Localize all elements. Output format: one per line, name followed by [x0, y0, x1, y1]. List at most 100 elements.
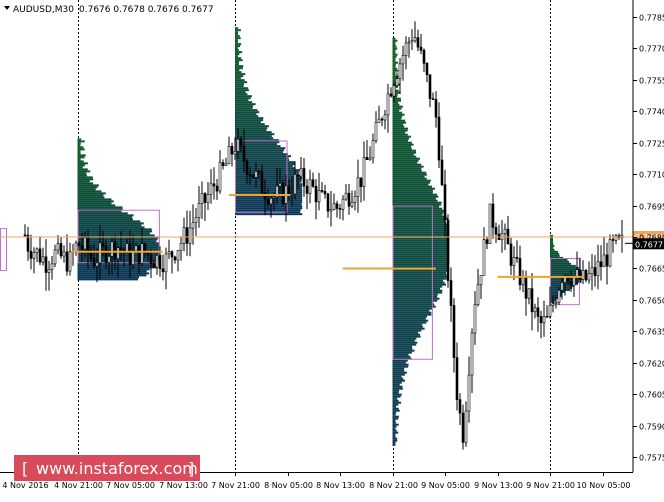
- candle-body: [503, 228, 507, 234]
- candle-body: [320, 190, 324, 192]
- candle-body: [347, 192, 351, 207]
- time-tick-label: 7 Nov 21:00: [211, 481, 260, 490]
- profile-bar: [392, 333, 420, 336]
- profile-bar: [392, 365, 409, 368]
- profile-bar: [550, 258, 568, 261]
- time-tick-label: 7 Nov 13:00: [159, 481, 208, 490]
- profile-bar: [392, 119, 406, 122]
- price-chart[interactable]: 0.76800.7677 0.77850.77700.77550.77400.7…: [0, 0, 664, 498]
- candle-body: [245, 160, 249, 175]
- profile-bar: [77, 278, 138, 281]
- candle-body: [413, 37, 417, 42]
- profile-bar: [77, 198, 112, 201]
- time-tick-label: 9 Nov 05:00: [421, 481, 470, 490]
- candle-body: [134, 245, 138, 252]
- profile-bar: [550, 248, 555, 251]
- profile-bar: [392, 311, 432, 314]
- profile-bar: [235, 181, 301, 184]
- profile-bar: [392, 339, 415, 342]
- candle-body: [302, 168, 306, 187]
- profile-bar: [392, 193, 438, 196]
- profile-bar: [235, 101, 253, 104]
- profile-bar: [392, 219, 446, 222]
- profile-bar: [77, 206, 123, 209]
- profile-bar: [77, 186, 98, 189]
- time-tick-label: 4 Nov 21:00: [54, 481, 103, 490]
- profile-bar: [77, 152, 81, 155]
- candle-body: [431, 98, 435, 100]
- profile-bar: [77, 142, 81, 145]
- candle-body: [269, 198, 273, 205]
- profile-bar: [235, 111, 260, 114]
- profile-bar: [392, 337, 417, 340]
- candle-body: [146, 252, 150, 256]
- profile-bar: [392, 129, 408, 132]
- profile-bar: [235, 45, 241, 48]
- profile-bar: [235, 113, 257, 116]
- profile-bar: [392, 413, 396, 416]
- candle-body: [113, 241, 117, 260]
- profile-bar: [77, 264, 157, 267]
- profile-bar: [550, 260, 570, 263]
- profile-bar: [77, 138, 82, 141]
- candle-body: [404, 42, 408, 56]
- price-tick-label: 0.7785: [639, 14, 664, 23]
- profile-bar: [392, 379, 405, 382]
- profile-bar: [392, 57, 396, 60]
- profile-bar: [235, 209, 301, 212]
- candle-body: [401, 55, 405, 65]
- candle-body: [287, 185, 291, 195]
- candle-body: [62, 251, 66, 257]
- candle-body: [131, 250, 135, 265]
- profile-bar: [235, 55, 238, 58]
- profile-bar: [392, 277, 447, 280]
- profile-bar: [235, 147, 286, 150]
- profile-bar: [392, 79, 396, 82]
- profile-bar: [392, 421, 396, 424]
- profile-bar: [77, 240, 157, 243]
- profile-bar: [392, 281, 445, 284]
- candle-body: [107, 255, 111, 263]
- profile-bar: [392, 63, 396, 66]
- candle-body: [443, 184, 447, 221]
- profile-bar: [392, 249, 450, 252]
- profile-bar: [77, 182, 94, 185]
- time-tick-label: 9 Nov 21:00: [526, 481, 575, 490]
- profile-bar: [392, 391, 399, 394]
- profile-bar: [392, 153, 414, 156]
- profile-bar: [550, 290, 566, 293]
- profile-bar: [235, 97, 251, 100]
- profile-bar: [392, 53, 398, 56]
- candle-body: [389, 93, 393, 97]
- candle-body: [272, 196, 276, 199]
- price-tick-label: 0.7650: [639, 297, 664, 306]
- candle-body: [602, 254, 606, 268]
- profile-bar: [392, 427, 396, 430]
- profile-bar: [392, 295, 438, 298]
- candle-body: [512, 256, 516, 266]
- profile-bar: [392, 47, 398, 50]
- price-tick-label: 0.7590: [639, 423, 664, 432]
- profile-bar: [77, 180, 90, 183]
- profile-bar: [235, 91, 246, 94]
- profile-bar: [77, 192, 106, 195]
- candle-body: [587, 273, 591, 281]
- profile-bar: [77, 158, 81, 161]
- profile-bar: [392, 289, 443, 292]
- candle-body: [536, 307, 540, 317]
- profile-bar: [392, 215, 447, 218]
- profile-bar: [392, 185, 432, 188]
- profile-bar: [77, 244, 159, 247]
- candle-body: [446, 219, 450, 281]
- profile-bar: [235, 71, 242, 74]
- profile-bar: [235, 33, 238, 36]
- candle-body: [242, 145, 246, 162]
- candle-body: [248, 174, 252, 176]
- profile-bar: [550, 262, 572, 265]
- profile-bar: [392, 229, 450, 232]
- profile-bar: [392, 141, 412, 144]
- profile-bar: [392, 315, 427, 318]
- profile-bar: [77, 204, 116, 207]
- profile-bar: [392, 39, 398, 42]
- profile-bar: [77, 194, 104, 197]
